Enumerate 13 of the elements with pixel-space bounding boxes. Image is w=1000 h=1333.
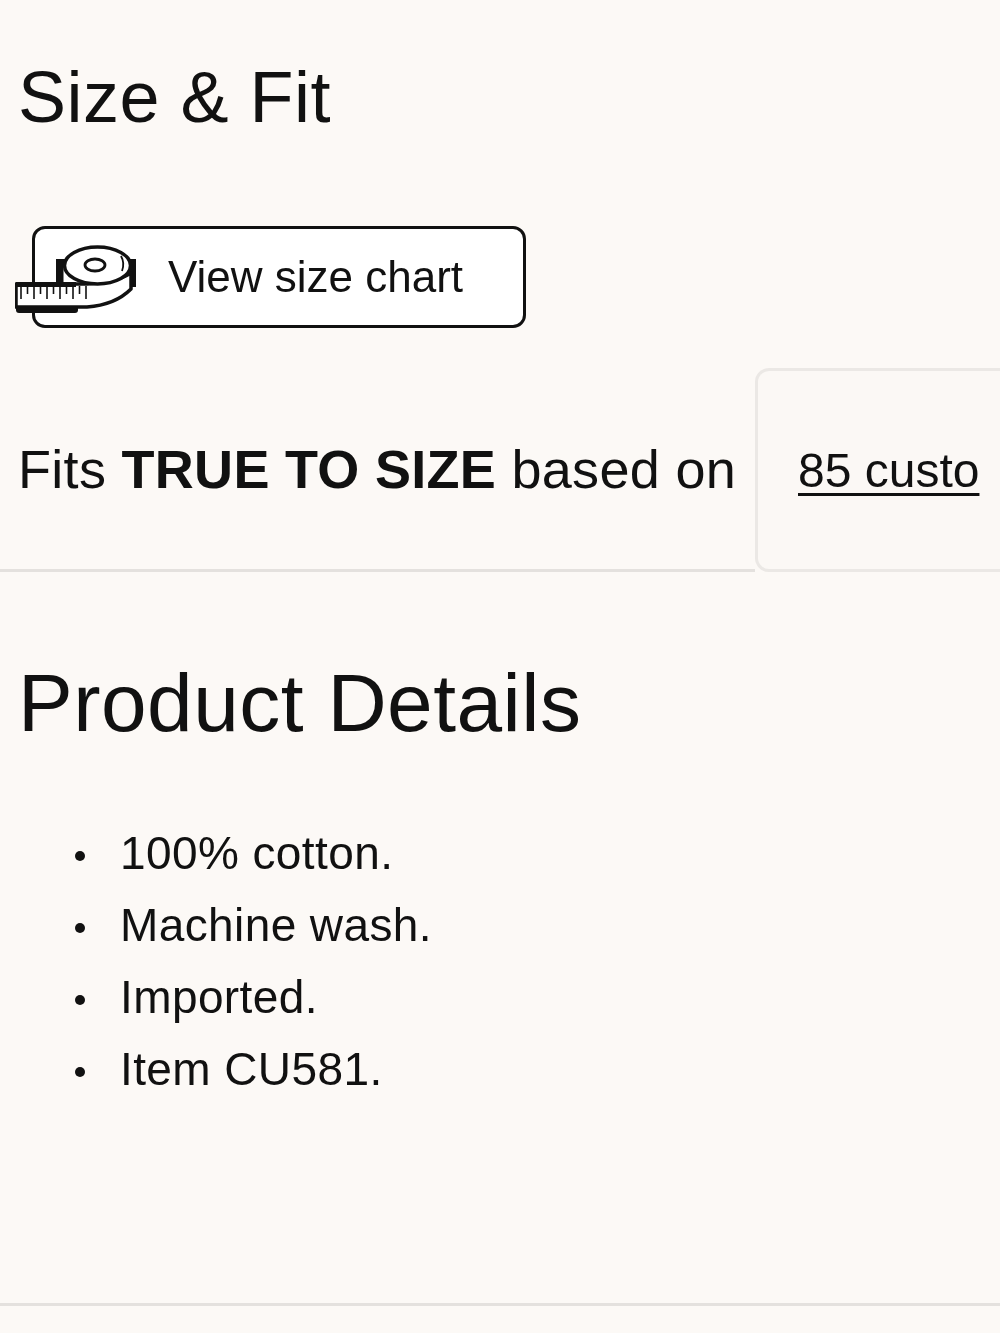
- section-title: Size & Fit: [18, 61, 332, 133]
- section-title: Product Details: [18, 662, 582, 744]
- tape-measure-icon: [15, 243, 138, 315]
- bullet-icon: [75, 923, 85, 933]
- bullet-icon: [75, 1067, 85, 1077]
- bullet-icon: [75, 851, 85, 861]
- detail-item: Item CU581.: [120, 1042, 383, 1096]
- detail-item: Imported.: [120, 970, 318, 1024]
- reviews-link[interactable]: 85 custo: [798, 442, 980, 498]
- fit-summary: Fits TRUE TO SIZE based on: [18, 437, 737, 500]
- bullet-icon: [75, 995, 85, 1005]
- detail-item: Machine wash.: [120, 898, 433, 952]
- detail-item: 100% cotton.: [120, 826, 394, 880]
